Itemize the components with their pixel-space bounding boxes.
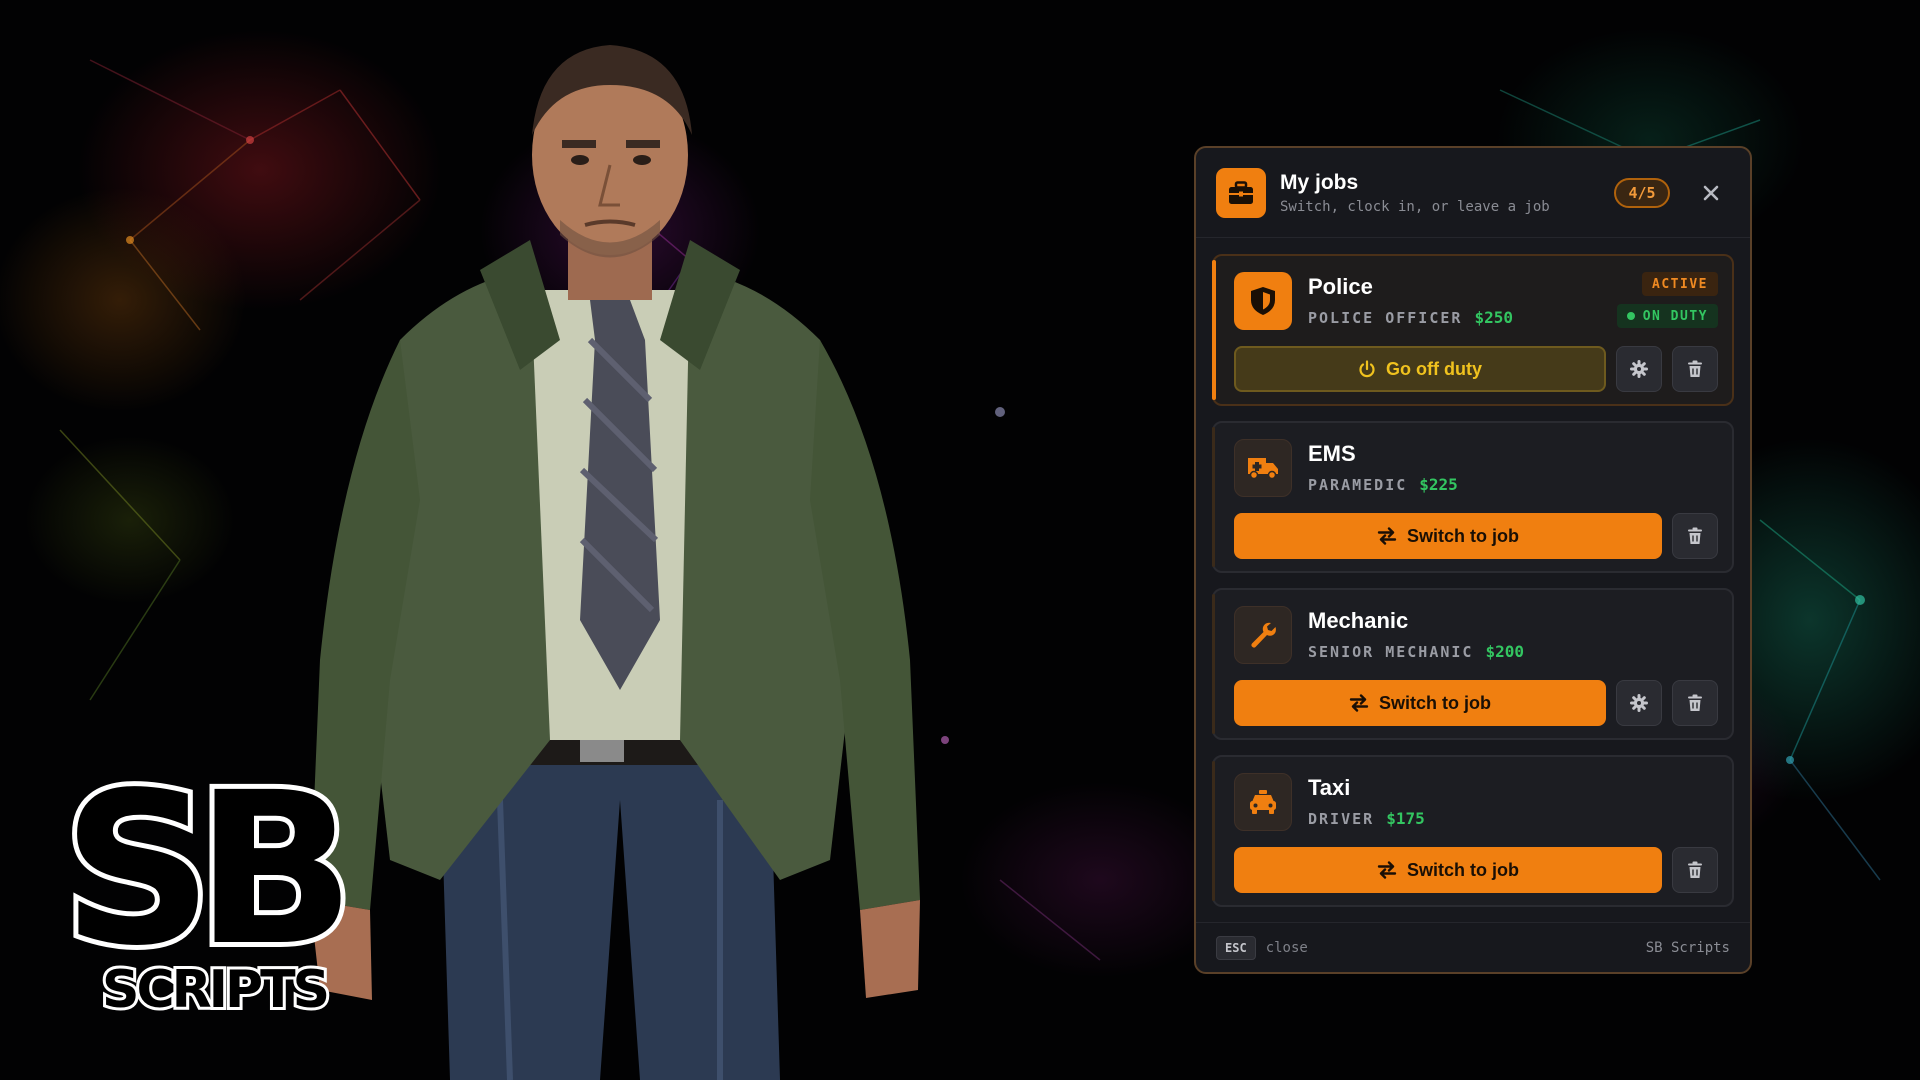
trash-icon — [1688, 861, 1702, 878]
job-rank: DRIVER — [1308, 809, 1375, 828]
trash-icon — [1688, 694, 1702, 711]
footer-brand: SB Scripts — [1645, 939, 1730, 956]
status-dot-icon — [1626, 312, 1635, 320]
panel-title: My jobs — [1280, 170, 1359, 194]
leave-job-button[interactable] — [1672, 680, 1718, 726]
go-off-duty-button[interactable]: Go off duty — [1234, 346, 1606, 392]
swap-icon — [1349, 694, 1369, 712]
job-count-badge: 4/5 — [1614, 177, 1670, 208]
on-duty-label: ON DUTY — [1642, 308, 1708, 324]
job-rank: SENIOR MECHANIC — [1308, 642, 1474, 661]
trash-icon — [1688, 527, 1702, 544]
switch-to-job-button[interactable]: Switch to job — [1234, 680, 1606, 726]
trash-icon — [1688, 360, 1702, 377]
panel-header: My jobs Switch, clock in, or leave a job… — [1196, 148, 1750, 238]
gear-icon — [1630, 360, 1648, 378]
briefcase-icon — [1216, 167, 1266, 218]
job-rank: POLICE OFFICER — [1308, 308, 1463, 327]
gear-icon — [1630, 694, 1648, 712]
ambulance-icon — [1234, 439, 1292, 497]
go-off-duty-label: Go off duty — [1386, 358, 1482, 379]
switch-to-job-button[interactable]: Switch to job — [1234, 513, 1662, 559]
close-button[interactable] — [1698, 180, 1724, 206]
on-duty-badge: ON DUTY — [1616, 304, 1718, 328]
character-illustration — [310, 45, 920, 1080]
job-card-mechanic: Mechanic SENIOR MECHANIC $200 Switch to … — [1212, 588, 1734, 740]
active-badge: ACTIVE — [1642, 272, 1718, 296]
logo-scripts-text: SCRIPTS — [99, 957, 333, 1023]
logo-sb-text: SB — [57, 747, 360, 992]
job-pay: $250 — [1474, 308, 1513, 327]
panel-footer: ESC close SB Scripts — [1196, 922, 1750, 972]
job-pay: $225 — [1419, 475, 1458, 494]
job-name: EMS — [1308, 441, 1356, 466]
leave-job-button[interactable] — [1672, 513, 1718, 559]
switch-to-job-label: Switch to job — [1407, 525, 1519, 546]
job-name: Police — [1308, 274, 1373, 299]
job-pay: $175 — [1386, 809, 1425, 828]
wrench-icon — [1234, 606, 1292, 664]
job-list: Police POLICE OFFICER $250 ACTIVE ON DUT… — [1196, 238, 1750, 907]
panel-subtitle: Switch, clock in, or leave a job — [1280, 198, 1550, 215]
shield-icon — [1234, 272, 1292, 330]
job-settings-button[interactable] — [1616, 680, 1662, 726]
switch-to-job-button[interactable]: Switch to job — [1234, 847, 1662, 893]
job-name: Taxi — [1308, 775, 1351, 800]
close-icon — [1703, 185, 1719, 200]
job-rank: PARAMEDIC — [1308, 475, 1408, 494]
job-card-ems: EMS PARAMEDIC $225 Switch to job — [1212, 421, 1734, 573]
job-name: Mechanic — [1308, 608, 1409, 633]
job-settings-button[interactable] — [1616, 346, 1662, 392]
esc-key-hint: ESC — [1216, 935, 1256, 960]
job-card-police: Police POLICE OFFICER $250 ACTIVE ON DUT… — [1212, 254, 1734, 406]
esc-key-label: close — [1265, 939, 1308, 956]
leave-job-button[interactable] — [1672, 346, 1718, 392]
leave-job-button[interactable] — [1672, 847, 1718, 893]
job-pay: $200 — [1485, 642, 1524, 661]
sb-scripts-logo: SB SCRIPTS — [57, 747, 382, 1024]
switch-to-job-label: Switch to job — [1407, 859, 1519, 880]
taxi-icon — [1234, 773, 1292, 831]
my-jobs-panel: My jobs Switch, clock in, or leave a job… — [1194, 146, 1752, 974]
power-icon — [1358, 360, 1376, 378]
swap-icon — [1377, 861, 1397, 879]
job-card-taxi: Taxi DRIVER $175 Switch to job — [1212, 755, 1734, 907]
swap-icon — [1377, 527, 1397, 545]
switch-to-job-label: Switch to job — [1379, 692, 1491, 713]
